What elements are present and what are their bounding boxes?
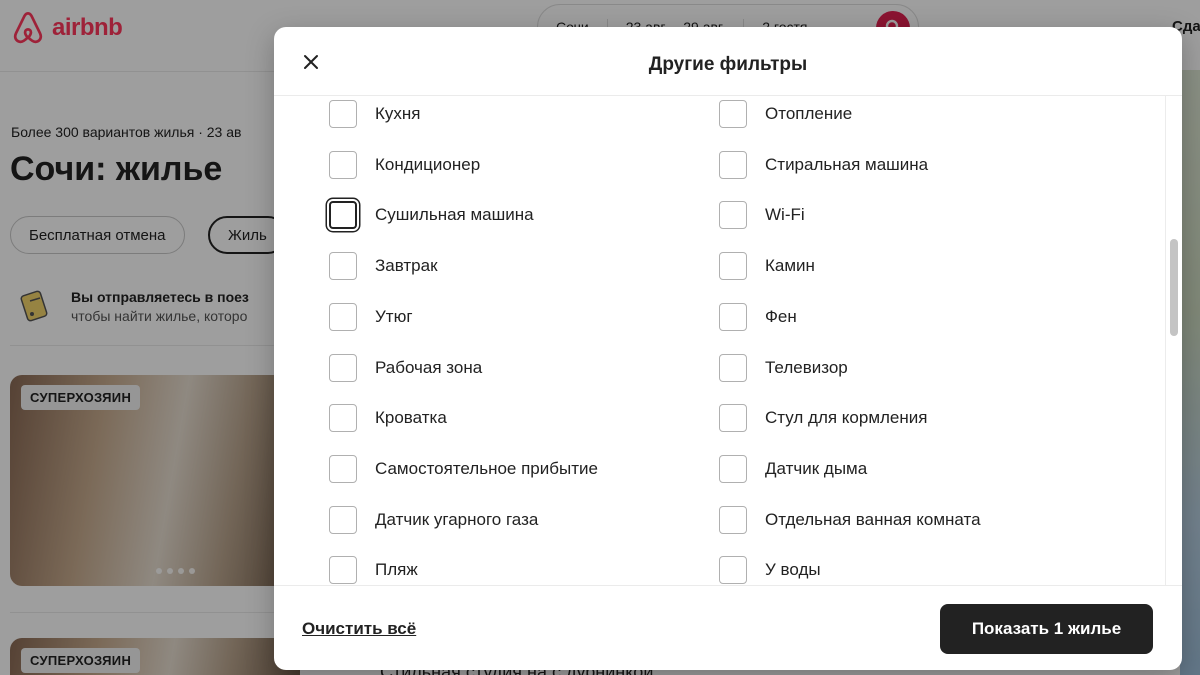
amenity-label: Сушильная машина (375, 205, 534, 225)
amenity-item[interactable]: Телевизор (719, 353, 848, 382)
amenity-checkbox[interactable] (329, 404, 357, 433)
amenity-label: Кроватка (375, 408, 447, 428)
amenities-list: Кухня Кондиционер Сушильная машина Завтрак У… (274, 96, 1165, 585)
amenity-label: Телевизор (765, 357, 848, 377)
amenity-checkbox[interactable] (719, 353, 747, 382)
modal-header: Другие фильтры (274, 27, 1182, 96)
amenity-item[interactable]: Самостоятельное прибытие (329, 454, 598, 483)
modal-title: Другие фильтры (648, 54, 808, 75)
amenity-label: Отопление (765, 104, 853, 123)
amenity-label: Утюг (375, 306, 413, 326)
amenity-item[interactable]: Рабочая зона (329, 353, 483, 382)
amenity-checkbox[interactable] (329, 150, 357, 179)
amenity-checkbox[interactable] (719, 252, 747, 281)
show-results-button[interactable]: Показать 1 жилье (940, 604, 1153, 654)
more-filters-modal: Другие фильтры Кухня Кондиционер Сушильная… (274, 27, 1182, 670)
amenity-checkbox[interactable] (719, 201, 747, 230)
amenity-label: Wi-Fi (765, 205, 805, 225)
amenity-item[interactable]: Утюг (329, 302, 413, 331)
amenity-item[interactable]: Стул для кормления (719, 404, 928, 433)
amenity-item[interactable]: Пляж (329, 556, 418, 585)
scrollbar[interactable] (1165, 96, 1182, 585)
amenity-label: Стиральная машина (765, 154, 929, 174)
amenity-item[interactable]: Wi-Fi (719, 201, 805, 230)
amenity-checkbox[interactable] (329, 302, 357, 331)
amenity-checkbox[interactable] (329, 556, 357, 585)
amenity-checkbox[interactable] (329, 100, 357, 128)
amenity-checkbox[interactable] (719, 505, 747, 534)
amenity-label: Датчик угарного газа (375, 509, 539, 529)
amenity-item[interactable]: Сушильная машина (329, 201, 534, 230)
amenity-item[interactable]: Завтрак (329, 252, 438, 281)
amenity-label: Рабочая зона (375, 357, 483, 377)
amenity-label: Камин (765, 256, 815, 276)
amenity-checkbox[interactable] (719, 404, 747, 433)
amenity-item[interactable]: Стиральная машина (719, 150, 929, 179)
amenity-checkbox[interactable] (719, 454, 747, 483)
amenity-label: Завтрак (375, 256, 438, 276)
amenity-checkbox[interactable] (719, 302, 747, 331)
amenity-item[interactable]: Фен (719, 302, 797, 331)
amenity-label: Стул для кормления (765, 408, 928, 428)
amenity-checkbox[interactable] (329, 201, 357, 230)
amenity-item[interactable]: Датчик дыма (719, 454, 868, 483)
amenity-item[interactable]: Отопление (719, 100, 852, 128)
amenity-label: Фен (765, 306, 797, 326)
amenity-checkbox[interactable] (329, 353, 357, 382)
amenity-label: Пляж (375, 560, 418, 580)
amenity-label: Кондиционер (375, 154, 481, 174)
amenity-item[interactable]: Кроватка (329, 404, 447, 433)
amenity-label: Датчик дыма (765, 458, 868, 478)
amenity-checkbox[interactable] (329, 454, 357, 483)
amenity-item[interactable]: Датчик угарного газа (329, 505, 539, 534)
amenity-checkbox[interactable] (719, 556, 747, 585)
amenity-item[interactable]: Кухня (329, 100, 421, 128)
amenity-label: У воды (765, 560, 821, 580)
amenity-item[interactable]: У воды (719, 556, 821, 585)
amenity-item[interactable]: Кондиционер (329, 150, 481, 179)
amenity-checkbox[interactable] (719, 100, 747, 128)
amenity-label: Самостоятельное прибытие (375, 458, 598, 478)
amenity-label: Кухня (375, 104, 421, 123)
amenity-item[interactable]: Камин (719, 252, 815, 281)
amenity-checkbox[interactable] (329, 252, 357, 281)
modal-footer: Очистить всё Показать 1 жилье (274, 585, 1182, 670)
scrollbar-thumb[interactable] (1170, 239, 1178, 336)
amenity-label: Отдельная ванная комната (765, 509, 981, 529)
clear-all-button[interactable]: Очистить всё (302, 619, 416, 639)
amenity-checkbox[interactable] (329, 505, 357, 534)
amenity-item[interactable]: Отдельная ванная комната (719, 505, 981, 534)
amenity-checkbox[interactable] (719, 150, 747, 179)
